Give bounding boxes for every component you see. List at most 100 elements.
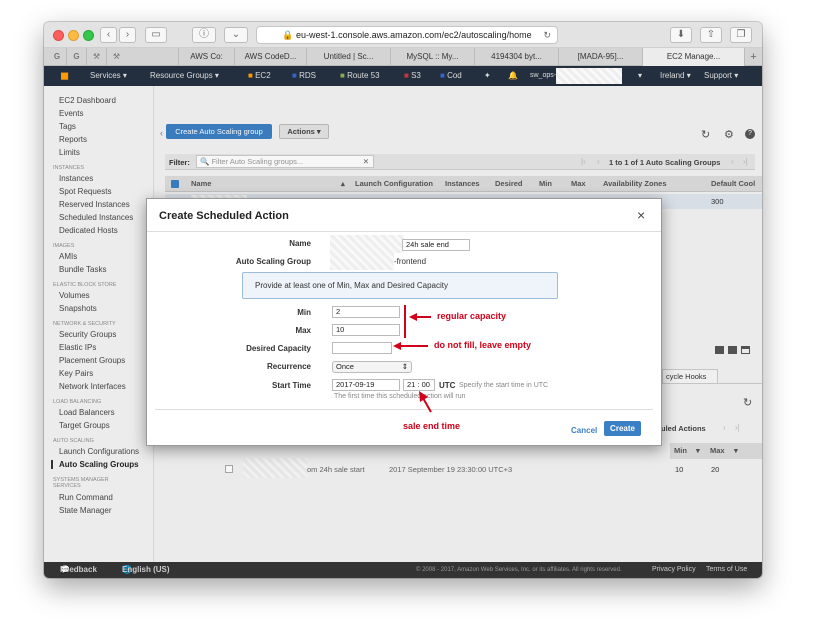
sidebar-item-auto-scaling-groups[interactable]: Auto Scaling Groups (51, 460, 139, 469)
sidebar-item-ec2-dashboard[interactable]: EC2 Dashboard (59, 96, 116, 105)
annotation-arrows (393, 313, 432, 413)
sidebar-item-run-command[interactable]: Run Command (59, 493, 113, 502)
region-menu[interactable]: Ireland ▾ (660, 66, 691, 86)
sidebar-item-snapshots[interactable]: Snapshots (59, 304, 97, 313)
sidebar-item-scheduled-instances[interactable]: Scheduled Instances (59, 213, 133, 222)
sidebar-item-elastic-ips[interactable]: Elastic IPs (59, 343, 96, 352)
redacted-account (556, 68, 622, 84)
support-menu[interactable]: Support ▾ (704, 66, 738, 86)
browser-titlebar: ‹ › ▭ ⓘ ⌄ 🔒 eu-west-1.console.aws.amazon… (44, 22, 762, 48)
tab-1[interactable]: AWS Co: (178, 48, 234, 66)
tab-5[interactable]: 4194304 byt... (474, 48, 558, 66)
sidebar-item-reports[interactable]: Reports (59, 135, 87, 144)
aws-top-nav: ◼ Services ▾ Resource Groups ▾ ■ EC2 ■ R… (44, 66, 762, 86)
resource-groups-menu[interactable]: Resource Groups ▾ (150, 66, 219, 86)
zoom-window-icon[interactable] (83, 30, 94, 41)
annotation-desired: do not fill, leave empty (434, 340, 532, 350)
back-button[interactable]: ‹ (100, 27, 117, 43)
terms-link[interactable]: Terms of Use (706, 562, 747, 578)
aws-footer: 💬 Feedback 🌐 English (US) © 2008 - 2017,… (44, 562, 762, 578)
rds-icon: ■ (292, 71, 297, 80)
new-tab-button[interactable]: + (744, 48, 762, 66)
shortcut-code-label: Cod (447, 71, 462, 80)
create-scheduled-action-dialog: Create Scheduled Action × Name 24h sale … (146, 198, 662, 446)
sidebar-section-load-balancing[interactable]: LOAD BALANCING (53, 399, 101, 405)
resource-groups-label: Resource Groups (150, 71, 213, 80)
sidebar-item-amis[interactable]: AMIs (59, 252, 77, 261)
sidebar-item-security-groups[interactable]: Security Groups (59, 330, 116, 339)
sidebar-section-images[interactable]: IMAGES (53, 243, 74, 249)
sidebar-item-events[interactable]: Events (59, 109, 83, 118)
sidebar-section-elastic-block-store[interactable]: ELASTIC BLOCK STORE (53, 282, 116, 288)
privacy-link[interactable]: Privacy Policy (652, 562, 696, 578)
shortcut-rds-label: RDS (299, 71, 316, 80)
arrow-desired-head (393, 342, 401, 350)
account-menu[interactable]: sw_ops- (530, 66, 556, 86)
account-caret-icon[interactable]: ▾ (638, 66, 642, 86)
tab-7-active[interactable]: EC2 Manage... (642, 48, 744, 66)
share-icon[interactable]: ⇧ (700, 27, 722, 43)
sidebar-item-reserved-instances[interactable]: Reserved Instances (59, 200, 130, 209)
minimize-window-icon[interactable] (68, 30, 79, 41)
sidebar-item-tags[interactable]: Tags (59, 122, 76, 131)
shortcut-rds[interactable]: ■ RDS (292, 66, 316, 86)
pocket-icon[interactable]: ⌄ (224, 27, 248, 43)
sidebar-item-instances[interactable]: Instances (59, 174, 93, 183)
sidebar-section-systems-manager-services[interactable]: SYSTEMS MANAGER SERVICES (53, 477, 123, 489)
sidebar-item-placement-groups[interactable]: Placement Groups (59, 356, 125, 365)
url-text: eu-west-1.console.aws.amazon.com/ec2/aut… (296, 30, 532, 40)
tab-2[interactable]: AWS CodeD... (234, 48, 306, 66)
support-label: Support (704, 71, 733, 80)
info-icon[interactable]: ⓘ (192, 27, 216, 43)
annotation-regular-capacity: regular capacity (437, 311, 507, 321)
aws-cube-icon[interactable]: ◼ (60, 66, 69, 86)
sidebar-section-auto-scaling[interactable]: AUTO SCALING (53, 438, 94, 444)
sidebar-item-state-manager[interactable]: State Manager (59, 506, 111, 515)
close-window-icon[interactable] (53, 30, 64, 41)
sidebar: EC2 Dashboard Events Tags Reports Limits INST… (44, 86, 154, 562)
tab-6[interactable]: [MADA-95]... (558, 48, 642, 66)
browser-window: ‹ › ▭ ⓘ ⌄ 🔒 eu-west-1.console.aws.amazon… (44, 22, 762, 578)
copyright: © 2008 - 2017, Amazon Web Services, Inc.… (416, 567, 622, 573)
shortcut-code[interactable]: ■ Cod (440, 66, 462, 86)
sidebar-item-key-pairs[interactable]: Key Pairs (59, 369, 93, 378)
tab-4[interactable]: MySQL :: My... (390, 48, 474, 66)
sidebar-section-instances[interactable]: INSTANCES (53, 165, 84, 171)
shortcut-ec2-label: EC2 (255, 71, 271, 80)
code-icon: ■ (440, 71, 445, 80)
shortcut-s3[interactable]: ■ S3 (404, 66, 421, 86)
shortcut-route53-label: Route 53 (347, 71, 380, 80)
tabs-overview-icon[interactable]: ❐ (730, 27, 752, 43)
sidebar-item-network-interfaces[interactable]: Network Interfaces (59, 382, 126, 391)
shortcut-s3-label: S3 (411, 71, 421, 80)
reload-icon[interactable]: ↻ (543, 27, 551, 43)
sidebar-item-dedicated-hosts[interactable]: Dedicated Hosts (59, 226, 118, 235)
address-bar[interactable]: 🔒 eu-west-1.console.aws.amazon.com/ec2/a… (256, 26, 558, 44)
sidebar-section-network-security[interactable]: NETWORK & SECURITY (53, 321, 116, 327)
shortcut-ec2[interactable]: ■ EC2 (248, 66, 271, 86)
lock-icon: 🔒 (282, 30, 297, 40)
pinned-tab-tool-2[interactable]: ⚒ (106, 48, 126, 66)
sidebar-item-load-balancers[interactable]: Load Balancers (59, 408, 115, 417)
sidebar-item-limits[interactable]: Limits (59, 148, 80, 157)
region-label: Ireland (660, 71, 685, 80)
sidebar-item-launch-configurations[interactable]: Launch Configurations (59, 447, 139, 456)
pinned-tab-tool[interactable]: ⚒ (86, 48, 106, 66)
pinned-tab-google[interactable]: G (48, 48, 66, 66)
feedback-label: Feedback (60, 565, 97, 574)
forward-button[interactable]: › (119, 27, 136, 43)
pinned-tab-google-2[interactable]: G (66, 48, 86, 66)
sidebar-item-bundle-tasks[interactable]: Bundle Tasks (59, 265, 106, 274)
download-icon[interactable]: ⬇ (670, 27, 692, 43)
sidebar-item-spot-requests[interactable]: Spot Requests (59, 187, 111, 196)
tab-3[interactable]: Untitled | Sc... (306, 48, 390, 66)
s3-icon: ■ (404, 71, 409, 80)
arrow-end-time (422, 397, 432, 413)
pin-icon[interactable]: ✦ (484, 66, 491, 86)
sidebar-toggle-icon[interactable]: ▭ (145, 27, 167, 43)
services-menu[interactable]: Services ▾ (90, 66, 127, 86)
shortcut-route53[interactable]: ■ Route 53 (340, 66, 380, 86)
bell-icon[interactable]: 🔔 (508, 66, 518, 86)
sidebar-item-volumes[interactable]: Volumes (59, 291, 90, 300)
sidebar-item-target-groups[interactable]: Target Groups (59, 421, 110, 430)
